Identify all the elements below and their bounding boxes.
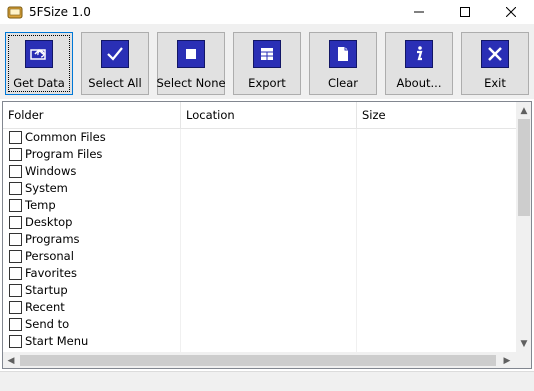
folder-name: Start Menu [25,334,89,348]
square-icon [177,40,205,68]
list-item[interactable]: Send to [3,316,516,333]
checkbox[interactable] [9,165,22,178]
checkbox[interactable] [9,182,22,195]
select-all-label: Select All [88,76,142,90]
folder-name: Common Files [25,130,106,144]
maximize-icon [460,7,470,17]
select-none-label: Select None [156,76,226,90]
toolbar: Get Data Select All Select None Export C… [0,24,534,99]
list-item[interactable]: Windows [3,163,516,180]
vertical-scrollbar[interactable]: ▲ ▼ [516,102,531,352]
clear-button[interactable]: Clear [309,32,377,95]
window-title: 5FSize 1.0 [29,5,91,19]
folder-name: Programs [25,232,80,246]
folder-name: Startup [25,283,68,297]
list-item[interactable]: Common Files [3,129,516,146]
list-item[interactable]: Programs [3,231,516,248]
export-icon [253,40,281,68]
list-item[interactable]: Desktop [3,214,516,231]
folder-name: Windows [25,164,77,178]
column-header-folder[interactable]: Folder [3,102,180,128]
status-bar [0,371,534,391]
checkbox[interactable] [9,250,22,263]
close-window-button[interactable] [488,0,534,24]
list-item[interactable]: Start Menu [3,333,516,350]
folder-name: Favorites [25,266,77,280]
list-item[interactable]: Favorites [3,265,516,282]
select-none-button[interactable]: Select None [156,32,226,95]
get-data-icon [25,40,53,68]
checkbox[interactable] [9,318,22,331]
horizontal-scroll-thumb[interactable] [20,355,496,366]
checkbox[interactable] [9,267,22,280]
checkmark-icon [101,40,129,68]
checkbox[interactable] [9,216,22,229]
list-item[interactable]: Temp [3,197,516,214]
document-icon [329,40,357,68]
folder-name: Desktop [25,215,73,229]
about-label: About... [396,76,442,90]
list-item[interactable]: Startup [3,282,516,299]
vertical-scroll-thumb[interactable] [518,119,530,216]
folder-name: Send to [25,317,70,331]
exit-label: Exit [484,76,506,90]
checkbox[interactable] [9,233,22,246]
folder-name: Recent [25,300,65,314]
minimize-button[interactable] [396,0,442,24]
checkbox[interactable] [9,284,22,297]
about-button[interactable]: About... [385,32,453,95]
select-all-button[interactable]: Select All [81,32,149,95]
folder-list[interactable]: Folder Location Size Common Files Progra… [2,101,532,369]
scrollbar-corner [516,352,531,368]
title-bar: 5FSize 1.0 [0,0,534,24]
list-header: Folder Location Size [3,102,516,129]
get-data-label: Get Data [13,76,65,90]
list-item[interactable]: System [3,180,516,197]
close-icon [506,7,516,17]
clear-label: Clear [327,76,359,90]
list-item[interactable]: Program Files [3,146,516,163]
minimize-icon [414,11,424,13]
folder-name: System [25,181,68,195]
app-icon [7,4,23,20]
scroll-left-icon[interactable]: ◀ [3,352,19,368]
column-header-location[interactable]: Location [181,102,356,128]
close-x-icon [481,40,509,68]
get-data-button[interactable]: Get Data [5,32,73,95]
folder-name: Program Files [25,147,103,161]
list-item[interactable]: Recent [3,299,516,316]
horizontal-scrollbar[interactable]: ◀ ▶ [3,352,516,368]
scroll-up-icon[interactable]: ▲ [516,102,531,119]
column-header-size[interactable]: Size [357,102,516,128]
folder-name: Personal [25,249,74,263]
checkbox[interactable] [9,199,22,212]
folder-name: Temp [25,198,56,212]
checkbox[interactable] [9,335,22,348]
export-button[interactable]: Export [233,32,301,95]
export-label: Export [248,76,286,90]
info-icon [405,40,433,68]
scroll-right-icon[interactable]: ▶ [499,352,515,368]
checkbox[interactable] [9,301,22,314]
checkbox[interactable] [9,148,22,161]
maximize-button[interactable] [442,0,488,24]
checkbox[interactable] [9,131,22,144]
list-item[interactable]: Personal [3,248,516,265]
exit-button[interactable]: Exit [461,32,529,95]
scroll-down-icon[interactable]: ▼ [516,335,531,352]
